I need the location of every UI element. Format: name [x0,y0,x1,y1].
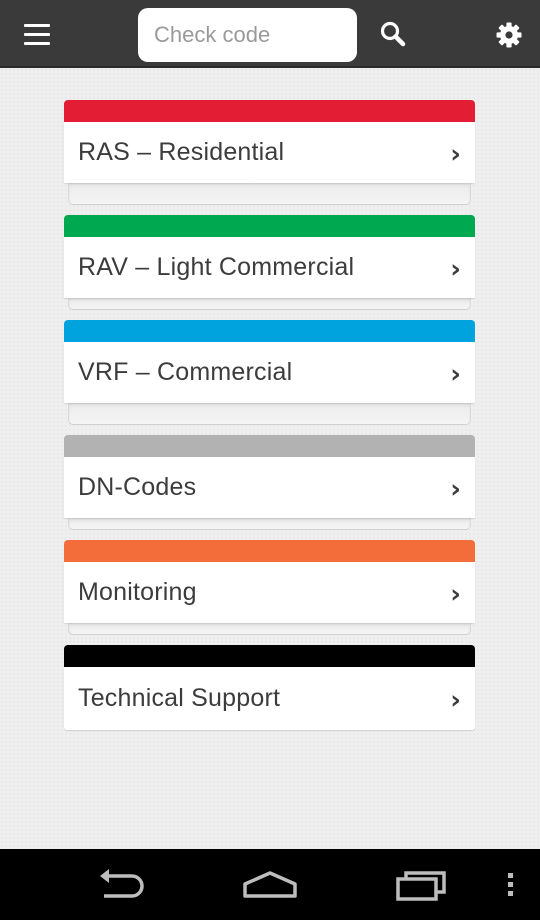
color-stripe [64,320,475,342]
card-stack-shadow [68,518,471,530]
menu-item-ras-residential[interactable]: RAS – Residential › [64,100,475,205]
overflow-menu-icon[interactable] [496,859,526,911]
check-code-input[interactable] [138,8,357,62]
chevron-right-icon: › [450,579,461,609]
color-stripe [64,100,475,122]
chevron-right-icon: › [450,254,461,284]
home-icon[interactable] [238,859,302,911]
menu-item-monitoring[interactable]: Monitoring › [64,540,475,635]
menu-item-body[interactable]: VRF – Commercial › [64,342,475,403]
card-stack-shadow [68,183,471,205]
search-icon[interactable] [372,14,414,54]
back-icon[interactable] [88,859,152,911]
menu-item-body[interactable]: RAV – Light Commercial › [64,237,475,298]
gear-icon[interactable] [488,14,530,56]
menu-item-label: RAS – Residential [78,138,285,166]
menu-item-dn-codes[interactable]: DN-Codes › [64,435,475,530]
menu-item-body[interactable]: RAS – Residential › [64,122,475,183]
hamburger-menu-icon[interactable] [14,12,62,56]
card-stack-shadow [68,298,471,310]
app-toolbar [0,0,540,68]
card-stack-shadow [68,403,471,425]
category-list: RAS – Residential › RAV – Light Commerci… [64,100,475,740]
menu-item-label: Technical Support [78,684,281,712]
menu-item-body[interactable]: Technical Support › [64,667,475,730]
color-stripe [64,215,475,237]
recent-apps-icon[interactable] [390,859,454,911]
system-navigation-bar [0,849,540,920]
chevron-right-icon: › [450,474,461,504]
menu-item-rav-light-commercial[interactable]: RAV – Light Commercial › [64,215,475,310]
menu-item-technical-support[interactable]: Technical Support › [64,645,475,730]
color-stripe [64,645,475,667]
menu-item-vrf-commercial[interactable]: VRF – Commercial › [64,320,475,425]
menu-item-label: DN-Codes [78,473,197,501]
chevron-right-icon: › [450,685,461,715]
color-stripe [64,540,475,562]
menu-item-body[interactable]: DN-Codes › [64,457,475,518]
color-stripe [64,435,475,457]
menu-item-label: RAV – Light Commercial [78,253,355,281]
card-stack-shadow [68,623,471,635]
menu-item-body[interactable]: Monitoring › [64,562,475,623]
chevron-right-icon: › [450,139,461,169]
chevron-right-icon: › [450,359,461,389]
menu-item-label: Monitoring [78,578,197,606]
menu-item-label: VRF – Commercial [78,358,293,386]
